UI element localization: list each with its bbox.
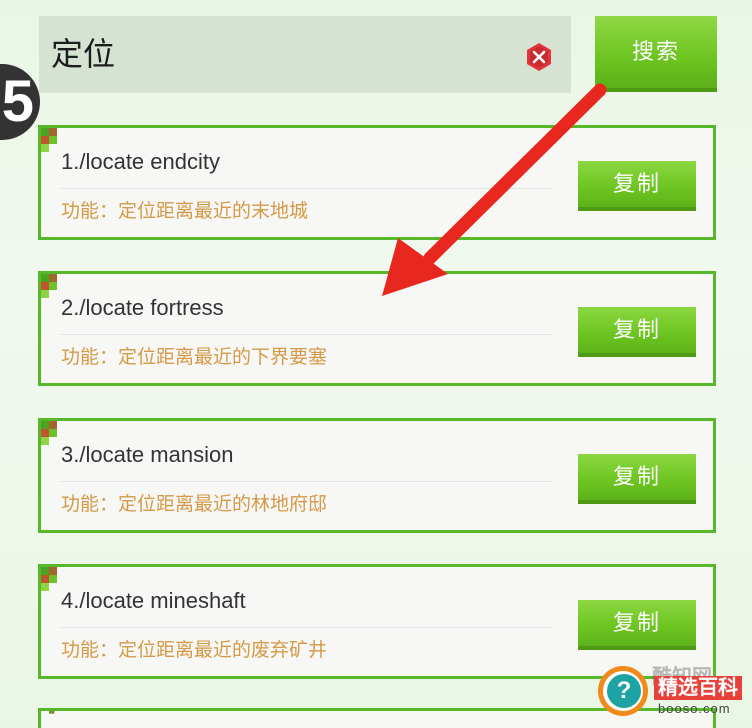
copy-button[interactable]: 复制 [578,307,696,357]
copy-button[interactable]: 复制 [578,161,696,211]
watermark-title: 精选百科 [654,676,742,700]
command-description: 功能：定位距离最近的末地城 [61,201,309,222]
result-card: 2./locate fortress 功能：定位距离最近的下界要塞 复制 [38,271,716,386]
clear-icon[interactable] [524,42,554,72]
step-number-badge: 5 [0,64,40,140]
command-text: 1./locate endcity [61,149,220,174]
command-text: 2./locate fortress [61,295,224,320]
question-icon: ? [607,674,641,708]
result-card: 3./locate mansion 功能：定位距离最近的林地府邸 复制 [38,418,716,533]
command-text: 3./locate mansion [61,442,234,467]
copy-button[interactable]: 复制 [578,600,696,650]
card-divider [61,334,551,335]
result-card: 1./locate endcity 功能：定位距离最近的末地城 复制 [38,125,716,240]
command-description: 功能：定位距离最近的废弃矿井 [61,640,328,661]
card-divider [61,188,551,189]
card-divider [61,481,551,482]
command-description: 功能：定位距离最近的林地府邸 [61,494,328,515]
search-input[interactable]: 定位 [39,16,571,93]
command-text: 4./locate mineshaft [61,588,246,613]
site-watermark: 酷知网 ? 精选百科 booso.com [596,660,752,718]
search-button[interactable]: 搜索 [595,16,717,92]
copy-button[interactable]: 复制 [578,454,696,504]
search-query-text: 定位 [51,36,116,72]
card-divider [61,627,551,628]
watermark-url: booso.com [658,701,731,716]
command-description: 功能：定位距离最近的下界要塞 [61,347,328,368]
